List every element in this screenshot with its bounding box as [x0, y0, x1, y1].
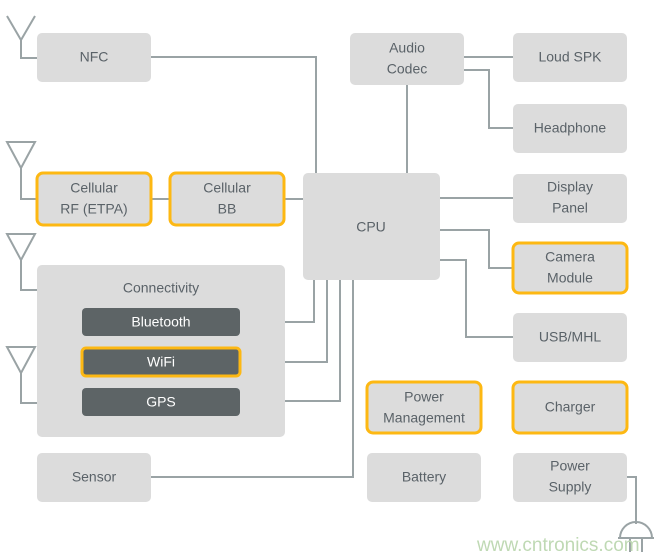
- block-cpu[interactable]: CPU: [303, 173, 440, 280]
- power-supply-label-line1: Power: [550, 458, 590, 474]
- antenna-connectivity-upper-icon: [5, 233, 37, 291]
- usb-mhl-label: USB/MHL: [539, 329, 601, 345]
- antenna-cellular-icon: [5, 141, 37, 200]
- display-panel-label-line2: Panel: [552, 200, 588, 216]
- watermark-label: www.cntronics.com: [476, 535, 640, 556]
- wire-cpu-to-cameramodule: [440, 229, 513, 269]
- power-supply-label-line2: Supply: [549, 479, 592, 495]
- wire-audiocodec-to-headphone: [464, 69, 513, 129]
- block-headphone[interactable]: Headphone: [513, 104, 627, 153]
- wifi-label: WiFi: [147, 354, 175, 370]
- block-nfc[interactable]: NFC: [37, 33, 151, 82]
- cellular-bb-label-line1: Cellular: [203, 180, 251, 196]
- block-sensor[interactable]: Sensor: [37, 453, 151, 502]
- wire-nfc-to-cpu: [151, 56, 317, 173]
- connectivity-group-label: Connectivity: [123, 280, 199, 296]
- antenna-nfc-icon: [6, 15, 37, 59]
- block-loud-spk[interactable]: Loud SPK: [513, 33, 627, 82]
- nfc-label: NFC: [80, 49, 109, 65]
- antenna-connectivity-lower-icon: [5, 346, 37, 404]
- headphone-label: Headphone: [534, 120, 607, 136]
- display-panel-label-line1: Display: [547, 179, 593, 195]
- gps-label: GPS: [146, 394, 176, 410]
- camera-module-label-line2: Module: [547, 270, 593, 286]
- power-management-label-line1: Power: [404, 389, 444, 405]
- system-block-diagram: Connectivity Bluetooth WiFi GPS NFC Cell…: [5, 15, 654, 556]
- wire-cpu-to-usbmhl: [440, 259, 513, 338]
- block-cellular-bb[interactable]: Cellular BB: [168, 171, 286, 227]
- block-diagram-canvas: Connectivity Bluetooth WiFi GPS NFC Cell…: [0, 0, 660, 560]
- block-charger[interactable]: Charger: [511, 380, 629, 435]
- charger-label: Charger: [545, 399, 596, 415]
- cellular-bb-label-line2: BB: [218, 201, 237, 217]
- battery-label: Battery: [402, 469, 446, 485]
- block-audio-codec[interactable]: Audio Codec: [350, 33, 464, 85]
- power-management-label-line2: Management: [383, 410, 465, 426]
- block-display-panel[interactable]: Display Panel: [513, 174, 627, 223]
- block-power-supply[interactable]: Power Supply: [513, 453, 627, 502]
- block-camera-module[interactable]: Camera Module: [511, 241, 629, 295]
- audio-codec-label-line1: Audio: [389, 40, 425, 56]
- bluetooth-label: Bluetooth: [131, 314, 190, 330]
- audio-codec-label-line2: Codec: [387, 61, 427, 77]
- block-wifi[interactable]: WiFi: [80, 346, 242, 378]
- block-battery[interactable]: Battery: [367, 453, 481, 502]
- antenna-layer: [5, 15, 37, 404]
- cellular-rf-label-line2: RF (ETPA): [60, 201, 127, 217]
- loud-spk-label: Loud SPK: [538, 49, 602, 65]
- camera-module-label-line1: Camera: [545, 249, 595, 265]
- sensor-label: Sensor: [72, 469, 117, 485]
- block-bluetooth[interactable]: Bluetooth: [82, 308, 240, 336]
- cellular-rf-label-line1: Cellular: [70, 180, 118, 196]
- block-cellular-rf[interactable]: Cellular RF (ETPA): [35, 171, 153, 227]
- block-gps[interactable]: GPS: [82, 388, 240, 416]
- wire-powersupply-to-plug: [627, 476, 637, 524]
- block-power-management[interactable]: Power Management: [365, 380, 483, 435]
- block-usb-mhl[interactable]: USB/MHL: [513, 313, 627, 362]
- block-layer: Connectivity Bluetooth WiFi GPS NFC Cell…: [35, 33, 629, 502]
- cpu-label: CPU: [356, 219, 386, 235]
